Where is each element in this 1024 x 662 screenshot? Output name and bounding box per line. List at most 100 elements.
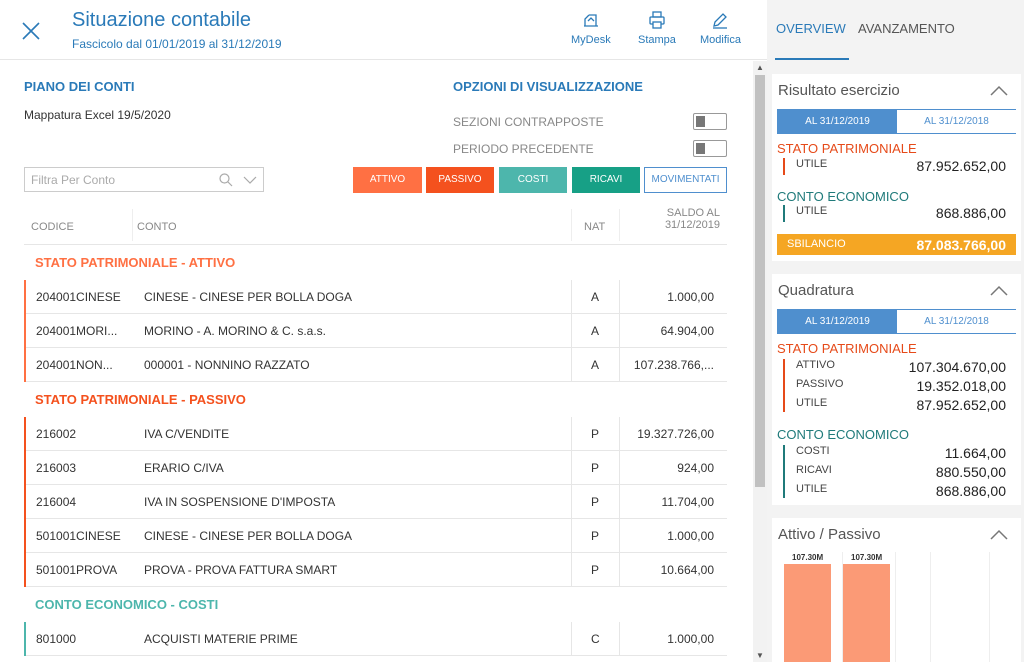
- tab-avanzamento[interactable]: AVANZAMENTO: [858, 21, 955, 36]
- filter-costi-button[interactable]: COSTI: [499, 167, 567, 193]
- attivo-passivo-card: Attivo / Passivo 107.30M 107.30M: [772, 518, 1021, 662]
- page-header: Situazione contabile Fascicolo dal 01/01…: [0, 0, 767, 60]
- right-panel: OVERVIEW AVANZAMENTO Risultato esercizio…: [767, 0, 1024, 662]
- period-2019-button[interactable]: AL 31/12/2019: [778, 310, 897, 333]
- period-2018-button[interactable]: AL 31/12/2018: [897, 310, 1016, 333]
- cell-conto: IVA IN SOSPENSIONE D'IMPOSTA: [144, 495, 336, 509]
- stampa-button[interactable]: Stampa: [638, 10, 676, 46]
- quadratura-costi-value: 11.664,00: [944, 445, 1006, 461]
- scrollbar-thumb[interactable]: [755, 75, 765, 487]
- scroll-up-icon[interactable]: ▲: [756, 63, 764, 72]
- chevron-up-icon[interactable]: [989, 84, 1009, 102]
- period-2018-button[interactable]: AL 31/12/2018: [897, 110, 1016, 133]
- cell-codice: 801000: [36, 632, 77, 646]
- quadratura-title: Quadratura: [778, 282, 854, 299]
- cell-nat: P: [591, 563, 600, 577]
- filter-input[interactable]: [31, 172, 211, 188]
- modifica-button[interactable]: Modifica: [700, 10, 741, 46]
- chevron-down-icon[interactable]: [242, 172, 258, 193]
- table-row[interactable]: 204001MORI... MORINO - A. MORINO & C. s.a…: [24, 314, 727, 348]
- cell-conto: CINESE - CINESE PER BOLLA DOGA: [144, 529, 353, 543]
- right-tabs: OVERVIEW AVANZAMENTO: [767, 0, 1024, 60]
- cell-saldo: 107.238.766,...: [633, 358, 714, 372]
- search-icon[interactable]: [218, 172, 234, 193]
- sbilancio-bar: SBILANCIO 87.083.766,00: [777, 234, 1016, 255]
- cell-nat: C: [591, 632, 600, 646]
- mydesk-label: MyDesk: [571, 34, 611, 46]
- risultato-ce-utile-value: 868.886,00: [935, 205, 1006, 221]
- filter-passivo-button[interactable]: PASSIVO: [426, 167, 494, 193]
- table-row[interactable]: 216002 IVA C/VENDITE P 19.327.726,00: [24, 417, 727, 451]
- cell-conto: MORINO - A. MORINO & C. s.a.s.: [144, 324, 327, 338]
- sbilancio-value: 87.083.766,00: [916, 237, 1006, 253]
- table-row[interactable]: 501001CINESE CINESE - CINESE PER BOLLA DO…: [24, 519, 727, 553]
- sezioni-contrapposte-toggle[interactable]: [693, 113, 727, 130]
- risultato-ce-utile-label: UTILE: [796, 205, 828, 217]
- col-codice: CODICE: [31, 221, 74, 233]
- mydesk-icon: [583, 14, 598, 27]
- quadratura-ce-title: CONTO ECONOMICO: [777, 427, 909, 442]
- table-row[interactable]: 216003 ERARIO C/IVA P 924,00: [24, 451, 727, 485]
- risultato-sp-utile-label: UTILE: [796, 158, 828, 170]
- table-row[interactable]: 501001PROVA PROVA - PROVA FATTURA SMART P 1…: [24, 553, 727, 587]
- cell-conto: ACQUISTI MATERIE PRIME: [144, 632, 298, 646]
- tab-underline: [775, 58, 849, 60]
- cell-codice: 216004: [36, 495, 77, 509]
- periodo-precedente-toggle[interactable]: [693, 140, 727, 157]
- cell-saldo: 924,00: [677, 461, 714, 475]
- chevron-up-icon[interactable]: [989, 528, 1009, 546]
- cell-codice: 216002: [36, 427, 77, 441]
- filter-box: [24, 167, 264, 192]
- quadratura-ce-utile-label: UTILE: [796, 483, 828, 495]
- attivo-passivo-title: Attivo / Passivo: [778, 526, 881, 543]
- quadratura-sp-utile-label: UTILE: [796, 397, 828, 409]
- scroll-down-icon[interactable]: ▼: [756, 651, 764, 660]
- cell-nat: A: [591, 358, 600, 372]
- group-title: STATO PATRIMONIALE - ATTIVO: [35, 255, 236, 270]
- table-row[interactable]: 801000 ACQUISTI MATERIE PRIME C 1.000,00: [24, 622, 727, 656]
- table-row[interactable]: 204001CINESE CINESE - CINESE PER BOLLA DO…: [24, 280, 727, 314]
- col-conto: CONTO: [137, 221, 177, 233]
- risultato-sp-utile-value: 87.952.652,00: [916, 158, 1006, 174]
- quadratura-ricavi-value: 880.550,00: [935, 464, 1006, 480]
- cell-conto: IVA C/VENDITE: [144, 427, 230, 441]
- cell-saldo: 10.664,00: [660, 563, 714, 577]
- close-icon[interactable]: [20, 20, 42, 42]
- chart-data-label: 107.30M: [792, 553, 824, 562]
- cell-codice: 501001PROVA: [36, 563, 118, 577]
- stampa-label: Stampa: [638, 34, 676, 46]
- cell-conto: CINESE - CINESE PER BOLLA DOGA: [144, 290, 353, 304]
- risultato-title: Risultato esercizio: [778, 82, 900, 99]
- quadratura-attivo-value: 107.304.670,00: [908, 359, 1006, 375]
- chart-bar: [843, 564, 890, 662]
- cell-codice: 501001CINESE: [36, 529, 121, 543]
- quadratura-ce-utile-value: 868.886,00: [935, 483, 1006, 499]
- chevron-up-icon[interactable]: [989, 284, 1009, 302]
- cell-saldo: 1.000,00: [667, 529, 714, 543]
- quadratura-costi-label: COSTI: [796, 445, 830, 457]
- filter-ricavi-button[interactable]: RICAVI: [572, 167, 640, 193]
- filter-movimentati-button[interactable]: MOVIMENTATI: [644, 167, 727, 193]
- cell-nat: A: [591, 290, 600, 304]
- table-row[interactable]: 216004 IVA IN SOSPENSIONE D'IMPOSTA P 11.70…: [24, 485, 727, 519]
- cell-codice: 204001NON...: [36, 358, 113, 372]
- cell-saldo: 64.904,00: [660, 324, 714, 338]
- vertical-scrollbar[interactable]: ▲ ▼: [753, 61, 767, 662]
- mapping-label: Mappatura Excel 19/5/2020: [24, 108, 171, 122]
- filter-attivo-button[interactable]: ATTIVO: [353, 167, 422, 193]
- cell-nat: P: [591, 461, 600, 475]
- cell-nat: P: [591, 427, 600, 441]
- cell-conto: 000001 - NONNINO RAZZATO: [144, 358, 310, 372]
- cell-nat: A: [591, 324, 600, 338]
- cell-saldo: 11.704,00: [661, 495, 715, 509]
- period-2019-button[interactable]: AL 31/12/2019: [778, 110, 897, 133]
- group-title: STATO PATRIMONIALE - PASSIVO: [35, 392, 246, 407]
- app: Situazione contabile Fascicolo dal 01/01…: [0, 0, 1024, 662]
- mydesk-button[interactable]: MyDesk: [571, 10, 611, 46]
- risultato-card: Risultato esercizio AL 31/12/2019 AL 31/…: [772, 74, 1021, 261]
- tab-overview[interactable]: OVERVIEW: [776, 21, 846, 36]
- risultato-ce-title: CONTO ECONOMICO: [777, 189, 909, 204]
- cell-conto: PROVA - PROVA FATTURA SMART: [144, 563, 338, 577]
- risultato-period-toggle: AL 31/12/2019 AL 31/12/2018: [777, 109, 1016, 134]
- table-row[interactable]: 204001NON... 000001 - NONNINO RAZZATO A 107…: [24, 348, 727, 382]
